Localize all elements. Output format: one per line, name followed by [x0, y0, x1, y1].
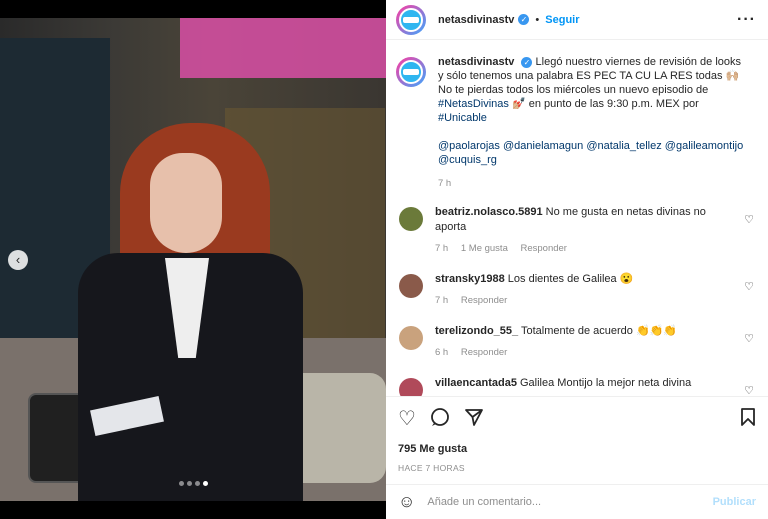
comment-meta: 7 h 1 Me gusta Responder	[435, 241, 730, 256]
comment-time: 7 h	[435, 295, 449, 306]
caption-line3: 💅🏼 en punto de las 9:30 p.m. MEX por	[511, 98, 699, 110]
post-header: netasdivinastv ✓ • Seguir ···	[386, 0, 768, 40]
comment-like-heart-icon[interactable]: ♡	[744, 213, 754, 226]
comment-likes[interactable]: 1 Me gusta	[461, 243, 508, 254]
caption-username[interactable]: netasdivinastv	[438, 56, 514, 68]
comment-icon[interactable]	[430, 407, 450, 431]
post-date: HACE 7 HORAS	[398, 463, 465, 473]
avatar-logo	[399, 7, 423, 32]
comment-text: Totalmente de acuerdo 👏👏👏	[521, 325, 678, 337]
header-username[interactable]: netasdivinastv	[438, 14, 514, 26]
mention-link[interactable]: @paolarojas	[438, 140, 500, 152]
comment-avatar[interactable]	[399, 326, 423, 350]
carousel-dot	[178, 481, 184, 486]
caption-line2: No te pierdas todos los miércoles un nue…	[438, 84, 709, 96]
comment-body: terelizondo_55_ Totalmente de acuerdo 👏👏…	[435, 324, 730, 360]
carousel-prev-button[interactable]: ‹	[8, 250, 28, 270]
caption: netasdivinastv ✓ Llegó nuestro viernes d…	[396, 55, 756, 191]
follow-button[interactable]: Seguir	[545, 14, 579, 26]
comment-text: Galilea Montijo la mejor neta divina	[520, 377, 692, 389]
likes-count[interactable]: 795 Me gusta	[398, 443, 756, 455]
caption-body: netasdivinastv ✓ Llegó nuestro viernes d…	[438, 55, 744, 191]
comment-input[interactable]	[427, 496, 698, 508]
save-bookmark-icon[interactable]	[740, 407, 756, 431]
mention-link[interactable]: @galileamontijo	[665, 140, 743, 152]
mention-link[interactable]: @danielamagun	[503, 140, 583, 152]
comment-meta: 6 h Responder	[435, 345, 730, 360]
comment-username[interactable]: terelizondo_55_	[435, 325, 518, 337]
comment-body: stransky1988 Los dientes de Galilea 😮 7 …	[435, 272, 730, 308]
comment-like-heart-icon[interactable]: ♡	[744, 332, 754, 345]
more-options-icon[interactable]: ···	[737, 11, 756, 29]
action-icons: ♡	[398, 405, 756, 433]
comment-item: terelizondo_55_ Totalmente de acuerdo 👏👏…	[396, 324, 756, 360]
hashtag-netasdivinas[interactable]: #NetasDivinas	[438, 98, 509, 110]
comment-time: 6 h	[435, 347, 449, 358]
comment-item: beatriz.nolasco.5891 No me gusta en neta…	[396, 205, 756, 256]
add-comment-bar: ☺ Publicar	[386, 484, 768, 519]
header-separator: •	[535, 13, 540, 26]
comment-item: villaencantada5 Galilea Montijo la mejor…	[396, 376, 756, 396]
carousel-dots	[0, 477, 386, 489]
carousel-dot	[186, 481, 192, 486]
verified-icon: ✓	[518, 14, 530, 25]
comment-avatar[interactable]	[399, 274, 423, 298]
hashtag-unicable[interactable]: #Unicable	[438, 112, 487, 124]
caption-meta: 7 h	[438, 177, 744, 191]
comment-username[interactable]: stransky1988	[435, 273, 505, 285]
comment-body: villaencantada5 Galilea Montijo la mejor…	[435, 376, 730, 396]
person-face	[150, 153, 222, 253]
comment-body: beatriz.nolasco.5891 No me gusta en neta…	[435, 205, 730, 256]
comment-avatar[interactable]	[399, 378, 423, 396]
avatar-logo	[399, 60, 423, 84]
photo-image	[0, 18, 386, 501]
carousel-dot	[194, 481, 200, 486]
share-icon[interactable]	[464, 407, 484, 431]
comment-item: stransky1988 Los dientes de Galilea 😮 7 …	[396, 272, 756, 308]
logo-mark	[403, 16, 419, 23]
comments-scroll[interactable]: netasdivinastv ✓ Llegó nuestro viernes d…	[386, 41, 768, 396]
publish-button[interactable]: Publicar	[713, 496, 756, 508]
reply-button[interactable]: Responder	[461, 295, 507, 306]
comment-time: 7 h	[435, 243, 449, 254]
post-panel: netasdivinastv ✓ • Seguir ··· netasdivin…	[386, 0, 768, 519]
comment-username[interactable]: beatriz.nolasco.5891	[435, 206, 543, 218]
comment-avatar[interactable]	[399, 207, 423, 231]
logo-mark	[403, 69, 419, 75]
carousel-dot-active	[202, 481, 208, 486]
bg-light	[180, 18, 386, 78]
reply-button[interactable]: Responder	[521, 243, 567, 254]
mention-link[interactable]: @cuquis_rg	[438, 154, 497, 166]
emoji-icon[interactable]: ☺	[398, 492, 415, 512]
comment-like-heart-icon[interactable]: ♡	[744, 280, 754, 293]
post-photo[interactable]: ‹	[0, 0, 386, 519]
caption-time: 7 h	[438, 178, 452, 189]
mention-link[interactable]: @natalia_tellez	[586, 140, 661, 152]
profile-avatar[interactable]	[396, 4, 426, 35]
comment-meta: 7 h Responder	[435, 293, 730, 308]
reply-button[interactable]: Responder	[461, 347, 507, 358]
like-heart-icon[interactable]: ♡	[398, 409, 416, 429]
comment-like-heart-icon[interactable]: ♡	[744, 384, 754, 396]
caption-avatar[interactable]	[396, 57, 426, 87]
comment-text: Los dientes de Galilea 😮	[507, 273, 634, 285]
verified-icon: ✓	[521, 57, 533, 68]
comment-username[interactable]: villaencantada5	[435, 377, 517, 389]
post-actions: ♡ 795 Me gusta HACE 7 HORAS	[386, 396, 768, 473]
